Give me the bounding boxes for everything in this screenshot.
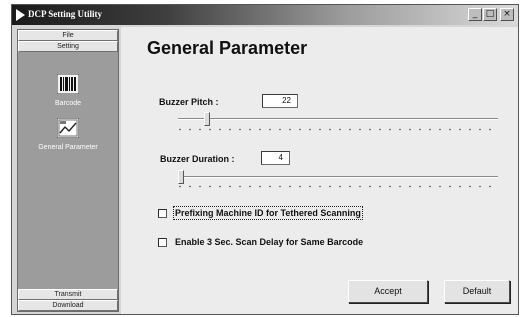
accept-button[interactable]: Accept [348, 280, 428, 303]
buzzer-duration-slider-thumb[interactable] [178, 170, 184, 184]
buzzer-duration-slider-track[interactable] [178, 176, 498, 178]
nav-setting-button[interactable]: Setting [18, 41, 118, 52]
sidebar-item-label: General Parameter [38, 144, 98, 151]
nav-transmit-button[interactable]: Transmit [18, 289, 118, 300]
general-parameter-icon [57, 118, 79, 138]
nav-file-button[interactable]: File [18, 30, 118, 41]
sidebar: File Setting Barcode General Parameter T… [17, 29, 119, 312]
window-title: DCP Setting Utility [28, 9, 102, 19]
barcode-icon [57, 74, 79, 94]
buzzer-duration-label: Buzzer Duration : [160, 154, 235, 164]
maximize-button[interactable]: □ [483, 8, 497, 21]
prefix-machine-id-option[interactable]: Prefixing Machine ID for Tethered Scanni… [158, 206, 363, 220]
default-button[interactable]: Default [444, 280, 510, 303]
nav-download-button[interactable]: Download [18, 300, 118, 311]
page-title: General Parameter [147, 38, 308, 58]
sidebar-item-general-parameter[interactable]: General Parameter [18, 118, 118, 151]
scan-delay-checkbox[interactable] [158, 237, 167, 247]
title-bar[interactable]: DCP Setting Utility _ □ × [12, 5, 518, 25]
prefix-machine-id-checkbox[interactable] [158, 208, 167, 218]
prefix-machine-id-label: Prefixing Machine ID for Tethered Scanni… [173, 206, 363, 220]
minimize-button[interactable]: _ [468, 8, 482, 21]
buzzer-pitch-slider-track[interactable] [178, 118, 498, 120]
buzzer-pitch-slider-ticks [175, 128, 495, 131]
buzzer-pitch-label: Buzzer Pitch : [159, 97, 219, 107]
buzzer-duration-slider-ticks [175, 185, 495, 188]
sidebar-item-label: Barcode [54, 100, 82, 107]
app-icon [16, 9, 25, 21]
close-button[interactable]: × [500, 8, 514, 21]
buzzer-pitch-input[interactable]: 22 [262, 94, 298, 108]
buzzer-pitch-slider-thumb[interactable] [204, 112, 210, 126]
scan-delay-label: Enable 3 Sec. Scan Delay for Same Barcod… [175, 237, 364, 247]
sidebar-item-barcode[interactable]: Barcode [18, 74, 118, 107]
scan-delay-option[interactable]: Enable 3 Sec. Scan Delay for Same Barcod… [158, 237, 363, 247]
buzzer-duration-input[interactable]: 4 [261, 151, 290, 165]
